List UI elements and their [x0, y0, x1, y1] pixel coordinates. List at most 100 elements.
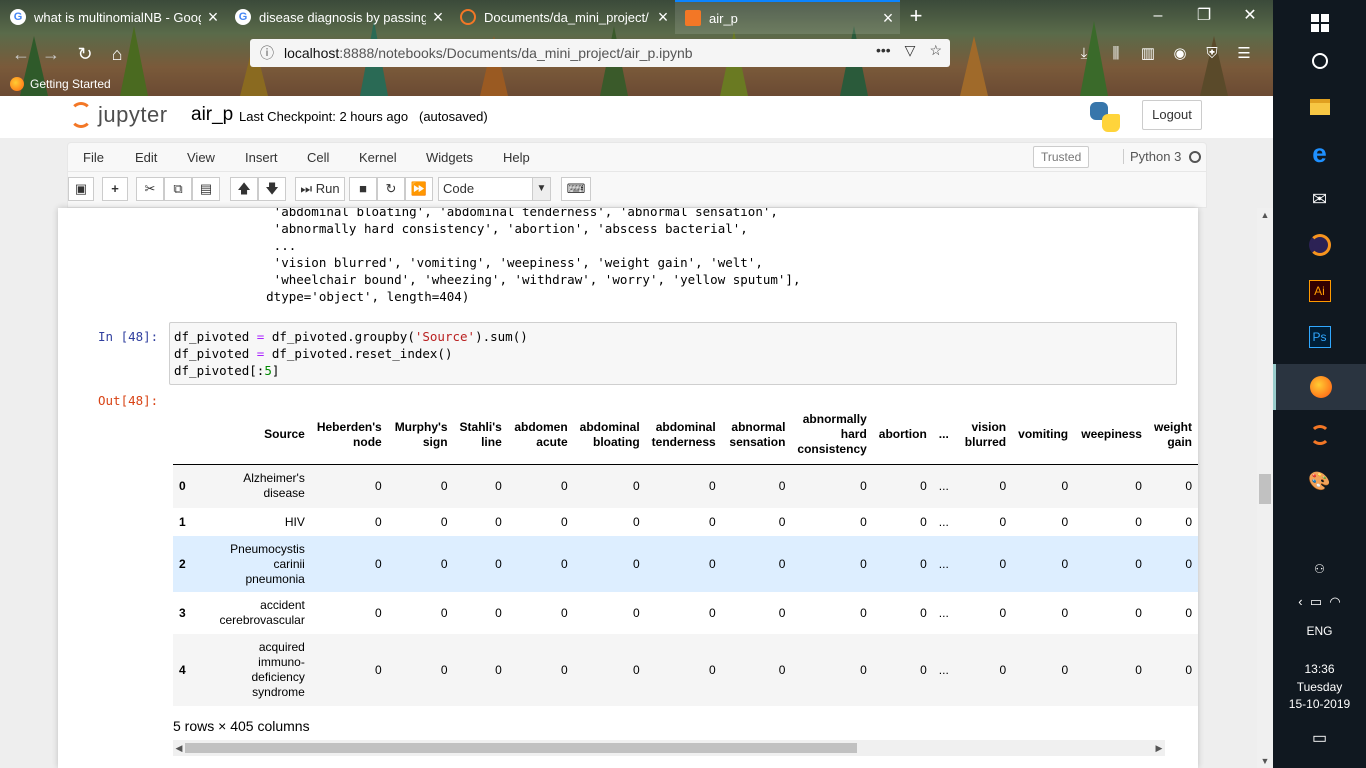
browser-tab[interactable]: G what is multinomialNB - Goog ×	[0, 0, 225, 34]
language-indicator[interactable]: ENG	[1273, 624, 1366, 638]
table-cell: 0	[999, 557, 1007, 571]
table-cell: 0	[1135, 557, 1142, 571]
clock-day[interactable]: Tuesday	[1273, 680, 1366, 694]
move-up-icon[interactable]: 🡅	[230, 177, 258, 201]
firefox-icon	[10, 77, 24, 91]
move-down-icon[interactable]: 🡇	[258, 177, 286, 201]
page-scrollbar-thumb[interactable]	[1259, 474, 1271, 504]
menu-insert[interactable]: Insert	[245, 150, 278, 165]
clock-time[interactable]: 13:36	[1273, 662, 1366, 676]
cortana-icon[interactable]	[1273, 38, 1366, 84]
table-cell: 0	[709, 479, 716, 494]
table-cell: 0	[860, 479, 867, 494]
menu-cell[interactable]: Cell	[307, 150, 329, 165]
people-icon[interactable]: ⚇	[1273, 562, 1366, 576]
paint-icon[interactable]: 🎨	[1273, 458, 1366, 504]
account-icon[interactable]: ◉	[1164, 41, 1196, 67]
chevron-left-icon[interactable]: ‹	[1298, 594, 1302, 609]
restart-run-all-icon[interactable]: ⏩	[405, 177, 433, 201]
jupyter-logo[interactable]: jupyter	[70, 102, 168, 128]
close-icon[interactable]: ×	[876, 8, 900, 29]
illustrator-icon[interactable]: Ai	[1273, 268, 1366, 314]
reload-icon[interactable]: ↻	[72, 41, 98, 67]
scroll-right-icon[interactable]: ▶	[1153, 740, 1165, 756]
trusted-badge[interactable]: Trusted	[1033, 146, 1090, 168]
jupyter-taskbar-icon[interactable]	[1273, 412, 1366, 458]
scroll-up-icon[interactable]: ▲	[1257, 210, 1273, 220]
horizontal-scrollbar[interactable]: ◀ ▶	[173, 740, 1165, 756]
restart-icon[interactable]: ↻	[377, 177, 405, 201]
menu-file[interactable]: File	[83, 150, 104, 165]
maximize-icon[interactable]: ❐	[1181, 0, 1227, 34]
command-palette-icon[interactable]: ⌨	[561, 177, 591, 201]
page-scrollbar[interactable]: ▲ ▼	[1257, 208, 1273, 768]
library-icon[interactable]: ⫼	[1100, 41, 1132, 67]
cut-icon[interactable]: ✂	[136, 177, 164, 201]
browser-tab[interactable]: Documents/da_mini_project/ ×	[450, 0, 675, 34]
battery-icon[interactable]: ▭	[1310, 594, 1322, 609]
new-tab-button[interactable]: +	[903, 5, 929, 29]
table-cell: 0	[709, 606, 716, 620]
menu-help[interactable]: Help	[503, 150, 530, 165]
system-tray-icons[interactable]: ‹ ▭ ◠	[1273, 594, 1366, 610]
menu-kernel[interactable]: Kernel	[359, 150, 397, 165]
menu-icon[interactable]: ☰	[1228, 41, 1260, 67]
file-explorer-icon[interactable]	[1273, 84, 1366, 130]
page-actions-icon[interactable]: •••	[876, 42, 891, 59]
forward-icon[interactable]: →	[38, 41, 64, 67]
table-cell: 0	[375, 606, 382, 620]
table-cell: 0	[709, 557, 716, 571]
kernel-name[interactable]: Python 3	[1123, 149, 1181, 164]
wifi-icon[interactable]: ◠	[1329, 594, 1340, 609]
download-icon[interactable]: ⤓	[1068, 41, 1100, 67]
interrupt-icon[interactable]: ■	[349, 177, 377, 201]
extension-icon[interactable]: ⛨	[1196, 41, 1228, 67]
scrollbar-thumb[interactable]	[185, 743, 857, 753]
scroll-left-icon[interactable]: ◀	[173, 740, 185, 756]
photoshop-icon[interactable]: Ps	[1273, 314, 1366, 360]
back-icon[interactable]: ←	[8, 41, 34, 67]
logout-button[interactable]: Logout	[1142, 100, 1202, 130]
minimize-icon[interactable]: –	[1135, 0, 1181, 34]
info-icon[interactable]: ⓘ	[260, 43, 274, 63]
edge-icon[interactable]: e	[1273, 130, 1366, 176]
notebook-name[interactable]: air_p	[191, 104, 233, 126]
home-icon[interactable]: ⌂	[104, 41, 130, 67]
browser-tab-active[interactable]: air_p ×	[675, 0, 900, 34]
close-window-icon[interactable]: ✕	[1227, 0, 1273, 34]
close-icon[interactable]: ×	[651, 7, 675, 28]
insert-cell-icon[interactable]: +	[102, 177, 128, 201]
browser-tab[interactable]: G disease diagnosis by passing sy ×	[225, 0, 450, 34]
jupyter-logo-icon	[70, 102, 92, 128]
save-icon[interactable]: ▣	[68, 177, 94, 201]
bookmark-getting-started[interactable]: Getting Started	[30, 77, 111, 91]
notifications-icon[interactable]: ▭	[1273, 728, 1366, 748]
table-cell: 0	[1135, 606, 1142, 620]
table-cell: 0	[920, 557, 927, 571]
scroll-down-icon[interactable]: ▼	[1257, 756, 1273, 766]
clock-date[interactable]: 15-10-2019	[1273, 697, 1366, 711]
output-line: dtype='object', length=404)	[221, 289, 470, 304]
close-icon[interactable]: ×	[426, 7, 450, 28]
firefox-taskbar-icon[interactable]	[1273, 364, 1366, 410]
column-header: abortion	[872, 406, 933, 465]
table-cell: 0	[632, 606, 640, 620]
copy-icon[interactable]: ⧉	[164, 177, 192, 201]
paste-icon[interactable]: ▤	[192, 177, 220, 201]
bookmark-star-icon[interactable]: ☆	[929, 42, 942, 59]
cell-type-select[interactable]: Code ▼	[438, 177, 551, 201]
menu-edit[interactable]: Edit	[135, 150, 157, 165]
menu-view[interactable]: View	[187, 150, 215, 165]
code-input[interactable]: df_pivoted = df_pivoted.groupby('Source'…	[169, 322, 1177, 385]
close-icon[interactable]: ×	[201, 7, 225, 28]
table-cell: 0	[440, 515, 448, 529]
pocket-icon[interactable]: ▽	[905, 42, 916, 59]
eclipse-icon[interactable]	[1273, 222, 1366, 268]
url-bar[interactable]: ⓘ localhost:8888/notebooks/Documents/da_…	[250, 39, 950, 67]
table-cell: 0	[375, 515, 382, 529]
run-button[interactable]: ⏭ Run	[295, 177, 345, 201]
sidebar-icon[interactable]: ▥	[1132, 41, 1164, 67]
menu-widgets[interactable]: Widgets	[426, 150, 473, 165]
chevron-down-icon: ▼	[532, 178, 550, 200]
mail-icon[interactable]: ✉	[1273, 176, 1366, 222]
